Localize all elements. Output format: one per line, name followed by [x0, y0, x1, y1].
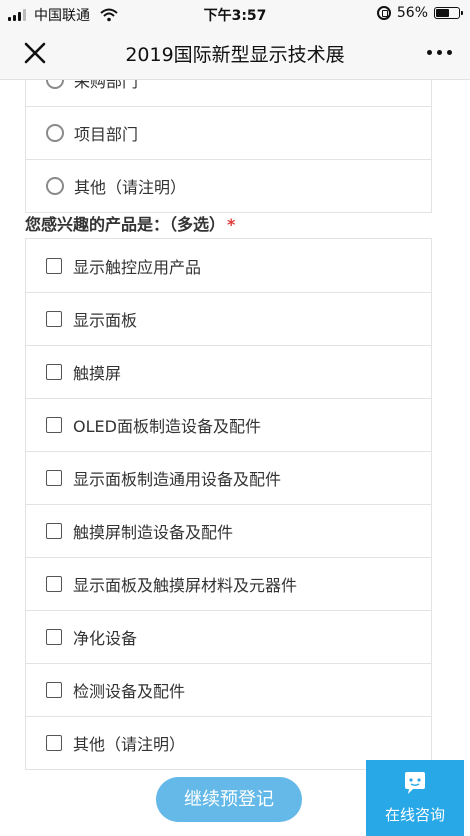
radio-button[interactable]: [46, 80, 64, 89]
checkbox-option-label: 触摸屏制造设备及配件: [73, 523, 234, 542]
checkbox-option[interactable]: 显示面板制造通用设备及配件: [26, 451, 431, 504]
rotation-lock-icon: [376, 6, 391, 20]
checkbox-option-label: 净化设备: [73, 629, 138, 648]
checkbox-option[interactable]: 显示面板: [26, 292, 431, 345]
checkbox-option-label: 触摸屏: [73, 364, 122, 383]
department-radio-group: 采购部门 项目部门 其他（请注明）: [25, 80, 432, 213]
required-mark: *: [227, 215, 236, 234]
radio-button[interactable]: [46, 177, 64, 195]
checkbox-option[interactable]: 触摸屏: [26, 345, 431, 398]
battery-icon: [434, 7, 463, 19]
page-title: 2019国际新型显示技术展: [125, 44, 345, 66]
checkbox-option-label: 显示面板及触摸屏材料及元器件: [73, 576, 298, 595]
checkbox-option[interactable]: 检测设备及配件: [26, 663, 431, 716]
question-text: 您感兴趣的产品是：（多选）: [25, 215, 226, 234]
more-icon[interactable]: [427, 50, 452, 55]
status-bar: 中国联通 下午3:57 56%: [0, 0, 470, 28]
checkbox-option-label: 显示面板制造通用设备及配件: [73, 470, 282, 489]
status-right: 56%: [376, 5, 463, 21]
radio-option-label: 其他（请注明）: [74, 178, 187, 197]
checkbox[interactable]: [46, 257, 62, 274]
checkbox-option-label: 检测设备及配件: [73, 682, 186, 701]
radio-option[interactable]: 项目部门: [26, 106, 431, 159]
checkbox[interactable]: [46, 682, 62, 698]
nav-bar: 2019国际新型显示技术展: [0, 28, 470, 80]
checkbox-option[interactable]: 显示面板及触摸屏材料及元器件: [26, 557, 431, 610]
radio-option-label: 采购部门: [74, 80, 139, 91]
online-consult-label: 在线咨询: [384, 806, 445, 824]
checkbox[interactable]: [46, 311, 62, 327]
checkbox[interactable]: [46, 629, 62, 645]
online-consult-button[interactable]: 在线咨询: [366, 760, 464, 836]
checkbox[interactable]: [46, 364, 62, 380]
chat-bubble-icon: [405, 772, 425, 794]
checkbox[interactable]: [46, 576, 62, 592]
checkbox-option-label: 显示触控应用产品: [73, 257, 202, 277]
checkbox-option-label: 其他（请注明）: [73, 735, 186, 754]
products-checkbox-group: 显示触控应用产品 显示面板 触摸屏 OLED面板制造设备及配件 显示面板制造通用…: [25, 238, 432, 770]
checkbox-option[interactable]: OLED面板制造设备及配件: [26, 398, 431, 451]
products-question-label: 您感兴趣的产品是：（多选） *: [25, 211, 235, 235]
checkbox-option[interactable]: 净化设备: [26, 610, 431, 663]
checkbox[interactable]: [46, 735, 62, 751]
radio-option-label: 项目部门: [74, 125, 139, 144]
radio-option[interactable]: 采购部门: [26, 80, 431, 106]
checkbox-option-label: 显示面板: [73, 311, 138, 330]
checkbox[interactable]: [46, 523, 62, 539]
checkbox[interactable]: [46, 470, 62, 486]
checkbox[interactable]: [46, 417, 62, 433]
checkbox-option[interactable]: 显示触控应用产品: [26, 239, 431, 292]
form-content: 采购部门 项目部门 其他（请注明） 您感兴趣的产品是：（多选） * 显示触控应用产…: [0, 80, 470, 836]
radio-option[interactable]: 其他（请注明）: [26, 159, 431, 212]
checkbox-option-label: OLED面板制造设备及配件: [73, 417, 261, 436]
radio-button[interactable]: [46, 124, 64, 142]
battery-percent: 56%: [396, 5, 428, 21]
continue-registration-button[interactable]: 继续预登记: [156, 777, 302, 822]
close-icon[interactable]: [22, 40, 48, 66]
checkbox-option[interactable]: 触摸屏制造设备及配件: [26, 504, 431, 557]
